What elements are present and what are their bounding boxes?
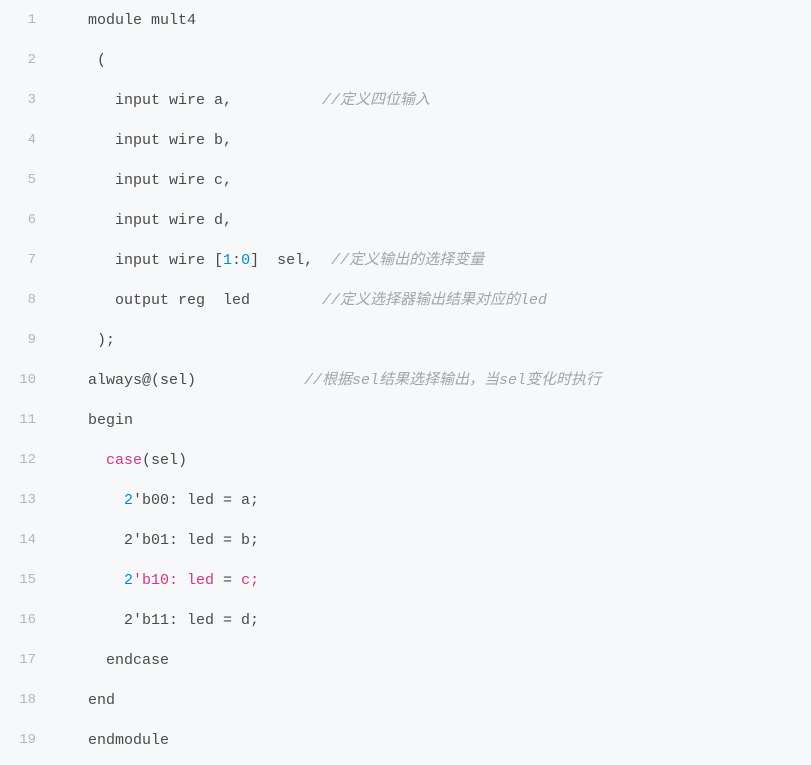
code-token: case <box>106 452 142 469</box>
code-token: //定义输出的选择变量 <box>331 252 484 269</box>
line-number: 10 <box>0 360 52 400</box>
code-token: endcase <box>52 652 169 669</box>
line-content: input wire b, <box>52 120 811 160</box>
line-content: end <box>52 680 811 720</box>
code-line: 1 module mult4 <box>0 0 811 40</box>
code-token: begin <box>52 412 133 429</box>
line-content: output reg led //定义选择器输出结果对应的led <box>52 280 811 320</box>
code-token <box>52 452 106 469</box>
line-number: 14 <box>0 520 52 560</box>
code-token: //定义四位输入 <box>322 92 430 109</box>
code-token: 1 <box>223 252 232 269</box>
code-line: 15 2'b10: led = c; <box>0 560 811 600</box>
code-token: input wire [ <box>52 252 223 269</box>
code-line: 13 2'b00: led = a; <box>0 480 811 520</box>
code-token: input wire b, <box>52 132 232 149</box>
line-number: 6 <box>0 200 52 240</box>
line-number: 15 <box>0 560 52 600</box>
code-line: 3 input wire a, //定义四位输入 <box>0 80 811 120</box>
code-token <box>52 572 124 589</box>
line-content: endmodule <box>52 720 811 760</box>
code-token: ] sel, <box>250 252 331 269</box>
code-token: input wire c, <box>52 172 232 189</box>
code-line: 10 always@(sel) //根据sel结果选择输出，当sel变化时执行 <box>0 360 811 400</box>
code-line: 17 endcase <box>0 640 811 680</box>
line-number: 13 <box>0 480 52 520</box>
code-token: output reg led <box>52 292 322 309</box>
line-content: always@(sel) //根据sel结果选择输出，当sel变化时执行 <box>52 360 811 400</box>
code-token: always@(sel) <box>52 372 304 389</box>
line-content: 2'b11: led = d; <box>52 600 811 640</box>
code-token: input wire d, <box>52 212 232 229</box>
line-content: input wire [1:0] sel, //定义输出的选择变量 <box>52 240 811 280</box>
code-token <box>52 492 124 509</box>
line-number: 1 <box>0 0 52 40</box>
code-line: 5 input wire c, <box>0 160 811 200</box>
line-number: 12 <box>0 440 52 480</box>
code-token: endmodule <box>52 732 169 749</box>
code-line: 14 2'b01: led = b; <box>0 520 811 560</box>
line-content: begin <box>52 400 811 440</box>
line-content: ); <box>52 320 811 360</box>
code-token: //定义选择器输出结果对应的led <box>322 292 547 309</box>
code-line: 18 end <box>0 680 811 720</box>
line-number: 16 <box>0 600 52 640</box>
line-content: endcase <box>52 640 811 680</box>
line-number: 7 <box>0 240 52 280</box>
line-content: 2'b01: led = b; <box>52 520 811 560</box>
line-number: 3 <box>0 80 52 120</box>
code-line: 2 ( <box>0 40 811 80</box>
code-token: 'b00: led = a; <box>133 492 259 509</box>
code-line: 7 input wire [1:0] sel, //定义输出的选择变量 <box>0 240 811 280</box>
code-token: ); <box>52 332 115 349</box>
code-token: 2'b11: led = d; <box>52 612 259 629</box>
code-token: end <box>52 692 115 709</box>
code-token: c; <box>232 572 259 589</box>
code-line: 9 ); <box>0 320 811 360</box>
code-line: 8 output reg led //定义选择器输出结果对应的led <box>0 280 811 320</box>
line-number: 11 <box>0 400 52 440</box>
code-block: 1 module mult42 (3 input wire a, //定义四位输… <box>0 0 811 760</box>
line-number: 19 <box>0 720 52 760</box>
line-content: input wire d, <box>52 200 811 240</box>
code-token: 2 <box>124 572 133 589</box>
line-number: 9 <box>0 320 52 360</box>
line-content: 2'b10: led = c; <box>52 560 811 600</box>
code-token: 2 <box>124 492 133 509</box>
line-content: case(sel) <box>52 440 811 480</box>
line-number: 8 <box>0 280 52 320</box>
code-token: (sel) <box>142 452 187 469</box>
code-line: 11 begin <box>0 400 811 440</box>
line-content: ( <box>52 40 811 80</box>
code-token: input wire a, <box>52 92 322 109</box>
line-number: 4 <box>0 120 52 160</box>
code-line: 19 endmodule <box>0 720 811 760</box>
line-number: 18 <box>0 680 52 720</box>
line-number: 5 <box>0 160 52 200</box>
line-content: input wire c, <box>52 160 811 200</box>
code-token: //根据sel结果选择输出，当sel变化时执行 <box>304 372 601 389</box>
line-content: input wire a, //定义四位输入 <box>52 80 811 120</box>
code-token: ( <box>52 52 106 69</box>
code-line: 16 2'b11: led = d; <box>0 600 811 640</box>
code-line: 12 case(sel) <box>0 440 811 480</box>
line-content: module mult4 <box>52 0 811 40</box>
code-token: 'b10: led <box>133 572 223 589</box>
code-token: module mult4 <box>52 12 196 29</box>
code-token: 2'b01: led = b; <box>52 532 259 549</box>
code-line: 4 input wire b, <box>0 120 811 160</box>
line-content: 2'b00: led = a; <box>52 480 811 520</box>
code-token: 0 <box>241 252 250 269</box>
code-token: : <box>232 252 241 269</box>
line-number: 17 <box>0 640 52 680</box>
code-token: = <box>223 572 232 589</box>
line-number: 2 <box>0 40 52 80</box>
code-line: 6 input wire d, <box>0 200 811 240</box>
